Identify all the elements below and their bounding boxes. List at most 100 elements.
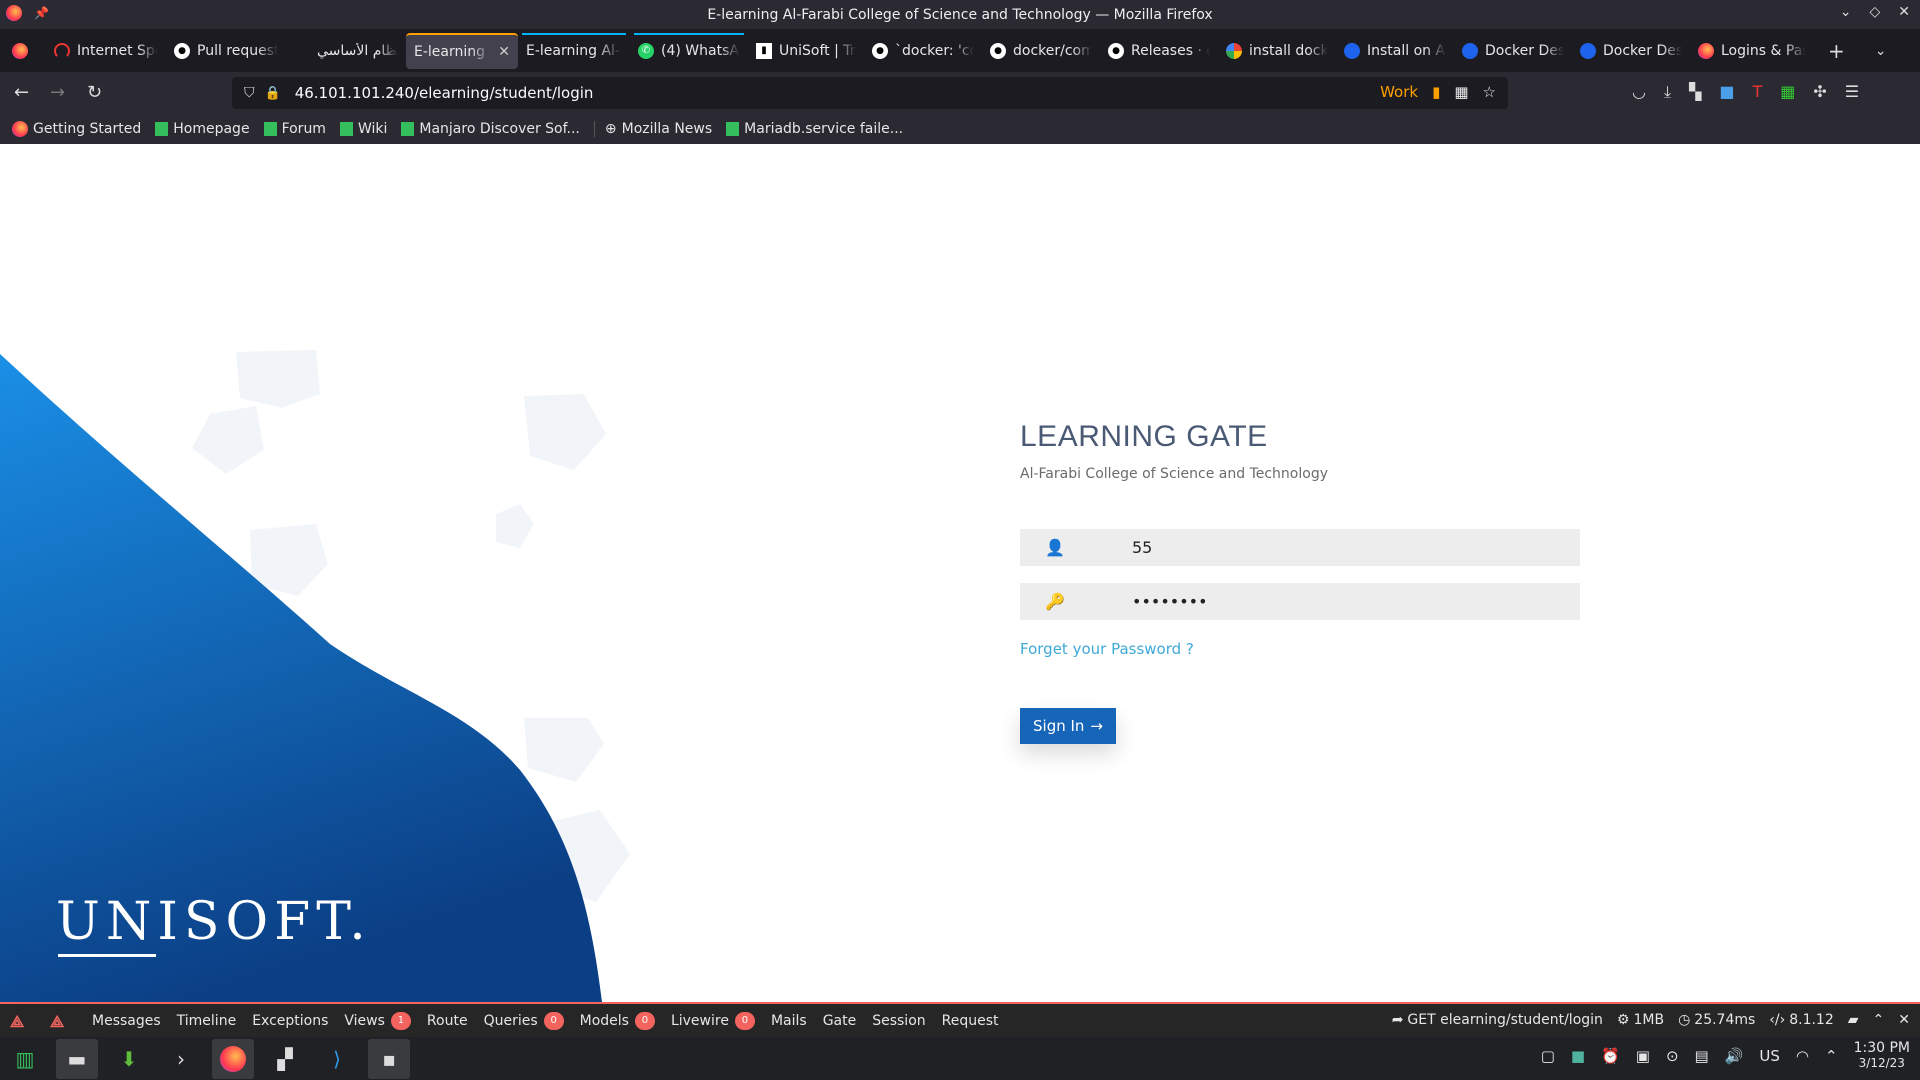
bookmark-homepage[interactable]: Homepage [155, 121, 250, 137]
tab-releases[interactable]: ● Releases · docker [1100, 33, 1218, 69]
downloads-icon[interactable]: ⤓ [1664, 82, 1671, 102]
lock-icon[interactable]: 🔒 [265, 86, 281, 101]
window-title: E-learning Al-Farabi College of Science … [707, 6, 1213, 23]
hamburger-menu-icon[interactable]: ☰ [1845, 82, 1859, 102]
debugbar-models[interactable]: Models 0 [572, 1011, 663, 1030]
tab-elearning-active[interactable]: E-learning Al-Farabi ✕ [406, 32, 518, 69]
pager-icon[interactable]: ■ [1571, 1047, 1585, 1065]
app-grid-icon[interactable]: ▞ [264, 1039, 306, 1079]
pocket-icon[interactable]: ◡ [1632, 82, 1646, 102]
url-text[interactable]: 46.101.101.240/elearning/student/login [295, 84, 594, 102]
clipboard-icon[interactable]: ▤ [1695, 1047, 1709, 1065]
pin-icon[interactable]: 📌 [34, 6, 49, 20]
tracking-shield-icon[interactable]: ⛉ [244, 85, 255, 101]
debugbar-request[interactable]: Request [934, 1013, 1007, 1029]
puzzle-extensions-icon[interactable]: ✣ [1813, 82, 1826, 102]
debugbar-timeline[interactable]: Timeline [169, 1013, 245, 1029]
request-route[interactable]: GET elearning/student/login [1407, 1012, 1602, 1028]
qr-code-icon[interactable]: ▦ [1454, 83, 1468, 101]
debugbar-label: Messages [92, 1012, 161, 1029]
tab-label: (4) WhatsApp [661, 42, 740, 59]
debugbar-session[interactable]: Session [864, 1013, 933, 1029]
firefox-taskbar-icon[interactable] [212, 1038, 254, 1079]
tab-install-docker[interactable]: install docker [1218, 33, 1336, 69]
tab-elearning[interactable]: E-learning Al-Farabi [518, 32, 630, 69]
list-all-tabs-chevron-icon[interactable]: ⌄ [1875, 43, 1887, 59]
terminal-prompt-icon[interactable]: › [160, 1039, 202, 1079]
maximize-button[interactable]: ◇ [1869, 4, 1880, 20]
docker-icon [1344, 42, 1360, 59]
debugbar-messages[interactable]: Messages [84, 1013, 169, 1029]
bookmark-getting-started[interactable]: Getting Started [12, 121, 141, 137]
password-field[interactable]: 🔑 •••••••• [1020, 583, 1580, 620]
wifi-icon[interactable]: ◠ [1796, 1047, 1809, 1065]
bookmark-label: Mariadb.service faile... [744, 121, 904, 137]
extensions-grid-icon[interactable]: ▚ [1689, 82, 1701, 102]
debugbar-route[interactable]: Route [419, 1013, 476, 1029]
system-clock[interactable]: 1:30 PM 3/12/23 [1854, 1041, 1910, 1071]
manjaro-menu-icon[interactable]: ▥ [4, 1039, 46, 1079]
bookmark-star-icon[interactable]: ☆ [1483, 83, 1496, 101]
laravel-logo-icon[interactable]: ⟁ [50, 1012, 70, 1031]
debugbar-mails[interactable]: Mails [763, 1013, 815, 1029]
extension-t-icon[interactable]: T [1752, 82, 1762, 102]
clock-date: 3/12/23 [1858, 1056, 1905, 1070]
chevron-up-icon[interactable]: ⌃ [1873, 1012, 1885, 1028]
system-taskbar: ▥ ▬ ⬇ › ▞ ⟩ ▪ ▢ ■ ⏰ ▣ ⊙ ▤ 🔊 US ◠ ⌃ 1:30 … [0, 1037, 1920, 1080]
tab-docker-compose[interactable]: ● docker/compose [982, 33, 1100, 69]
firefox-view-icon[interactable] [12, 42, 28, 59]
tab-internet-speed[interactable]: Internet Speed [46, 33, 166, 69]
bookmark-forum[interactable]: Forum [263, 121, 326, 137]
tab-docker-desktop-2[interactable]: Docker Desktop [1572, 33, 1690, 69]
tab-pull-requests[interactable]: ● Pull requests [166, 33, 286, 69]
debugbar-livewire[interactable]: Livewire 0 [663, 1011, 763, 1030]
device-icon[interactable]: ▣ [1636, 1047, 1650, 1065]
terminal-icon[interactable]: ▪ [368, 1038, 410, 1079]
minimize-button[interactable]: ⌄ [1840, 4, 1852, 20]
tab-logins-passwords[interactable]: Logins & Passwords [1690, 33, 1814, 69]
show-desktop-icon[interactable]: ▢ [1541, 1047, 1555, 1065]
extension-nl-icon[interactable]: ▦ [1780, 82, 1795, 102]
folder-open-icon[interactable]: ▰ [1848, 1012, 1859, 1028]
close-window-button[interactable]: ✕ [1898, 4, 1910, 20]
forward-arrow-icon[interactable]: → [50, 82, 65, 103]
debugbar-gate[interactable]: Gate [815, 1013, 865, 1029]
bookmark-label: Getting Started [33, 121, 142, 137]
tab-docker-desktop[interactable]: Docker Desktop [1454, 33, 1572, 69]
notifications-icon[interactable]: ⏰ [1601, 1047, 1620, 1065]
bookmark-mozilla-news[interactable]: ⊕ Mozilla News [593, 121, 712, 137]
tab-install-on-arch[interactable]: Install on Arch [1336, 33, 1454, 69]
tray-expand-icon[interactable]: ⌃ [1825, 1047, 1838, 1065]
file-manager-icon[interactable]: ▬ [56, 1038, 98, 1079]
updates-icon[interactable]: ⊙ [1666, 1047, 1679, 1065]
username-value[interactable]: 55 [1132, 538, 1152, 557]
container-label[interactable]: Work [1380, 83, 1418, 101]
bookmark-mariadb[interactable]: Mariadb.service faile... [726, 121, 903, 137]
new-tab-plus-icon[interactable]: + [1828, 39, 1845, 63]
tab-arabic-system[interactable]: النظام الأساسي [286, 33, 406, 69]
password-value[interactable]: •••••••• [1132, 592, 1208, 611]
bookmark-wiki[interactable]: Wiki [339, 121, 387, 137]
debugbar-views[interactable]: Views 1 [336, 1011, 419, 1030]
extension-fi-icon[interactable]: ■ [1719, 82, 1734, 102]
tab-trello[interactable]: ▮ UniSoft | Trello [748, 33, 864, 69]
download-manager-icon[interactable]: ⬇ [108, 1039, 150, 1079]
tab-docker-compose-issue[interactable]: ● `docker: 'compose' [864, 33, 982, 69]
tab-whatsapp[interactable]: ✆ (4) WhatsApp [630, 32, 748, 69]
bookmark-manjaro-discover[interactable]: Manjaro Discover Sof... [401, 121, 580, 137]
forgot-password-link[interactable]: Forget your Password ? [1020, 640, 1194, 658]
vscode-icon[interactable]: ⟩ [316, 1039, 358, 1079]
address-bar[interactable]: ⛉ 🔒 46.101.101.240/elearning/student/log… [232, 77, 1508, 109]
close-debugbar-icon[interactable]: ✕ [1898, 1012, 1910, 1028]
username-field[interactable]: 👤 55 [1020, 529, 1580, 566]
sign-in-button[interactable]: Sign In → [1020, 708, 1116, 744]
debugbar-queries[interactable]: Queries 0 [476, 1011, 572, 1030]
laravel-logo-icon[interactable]: ⟁ [10, 1012, 30, 1031]
close-tab-icon[interactable]: ✕ [498, 44, 510, 60]
volume-icon[interactable]: 🔊 [1725, 1047, 1744, 1065]
keyboard-layout[interactable]: US [1759, 1047, 1780, 1065]
reload-icon[interactable]: ↻ [87, 82, 102, 103]
back-arrow-icon[interactable]: ← [14, 82, 29, 103]
debugbar-exceptions[interactable]: Exceptions [244, 1013, 336, 1029]
google-icon [1226, 42, 1242, 59]
